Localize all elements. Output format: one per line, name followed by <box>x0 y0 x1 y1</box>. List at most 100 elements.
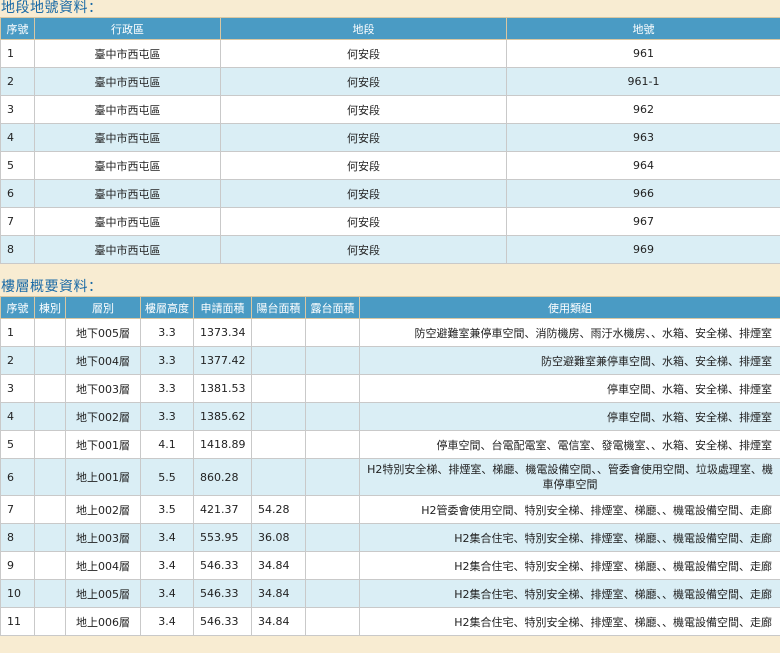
floor-cell-height: 5.5 <box>140 458 194 496</box>
lot-section-title: 地段地號資料： <box>1 0 103 16</box>
floor-cell-building <box>34 495 66 524</box>
lot-cell-index: 8 <box>0 235 35 264</box>
floor-cell-terrace <box>305 551 360 580</box>
floor-cell-index: 11 <box>0 607 35 636</box>
floor-cell-height: 3.3 <box>140 318 194 347</box>
floor-cell-floor: 地下004層 <box>65 346 141 375</box>
lot-cell-section: 何安段 <box>220 179 507 208</box>
lot-cell-lot-number: 962 <box>506 95 780 124</box>
floor-cell-balcony: 34.84 <box>251 579 306 608</box>
lot-cell-district: 臺中市西屯區 <box>34 39 221 68</box>
floor-table-row: 11 地上006層 3.4 546.33 34.84 H2集合住宅、特別安全梯、排煙室、梯… <box>0 607 780 636</box>
floor-cell-balcony <box>251 318 306 347</box>
lot-cell-index: 6 <box>0 179 35 208</box>
floor-cell-building <box>34 402 66 431</box>
lot-table: 序號 行政區 地段 地號 1 臺中市西屯區 何安段 961 2 臺中市西屯區 何安段 961-… <box>0 17 780 264</box>
lot-section: 地段地號資料： 序號 行政區 地段 地號 1 臺中市西屯區 何安段 961 2 臺中市西屯… <box>0 0 780 264</box>
floor-cell-building <box>34 523 66 552</box>
lot-cell-district: 臺中市西屯區 <box>34 123 221 152</box>
lot-cell-section: 何安段 <box>220 151 507 180</box>
floor-cell-terrace <box>305 458 360 496</box>
floor-table-row: 10 地上005層 3.4 546.33 34.84 H2集合住宅、特別安全梯、排煙室、梯… <box>0 579 780 608</box>
lot-cell-lot-number: 963 <box>506 123 780 152</box>
lot-cell-lot-number: 967 <box>506 207 780 236</box>
floor-cell-usage: 停車空間、水箱、安全梯、排煙室 <box>359 402 780 431</box>
floor-cell-height: 3.3 <box>140 346 194 375</box>
lot-cell-section: 何安段 <box>220 39 507 68</box>
floor-cell-area: 553.95 <box>193 523 252 552</box>
floor-cell-area: 1377.42 <box>193 346 252 375</box>
floor-cell-height: 3.4 <box>140 607 194 636</box>
floor-cell-balcony <box>251 346 306 375</box>
floor-cell-building <box>34 374 66 403</box>
floor-cell-building <box>34 346 66 375</box>
lot-table-row: 5 臺中市西屯區 何安段 964 <box>0 151 780 180</box>
lot-cell-lot-number: 966 <box>506 179 780 208</box>
floor-cell-area: 1385.62 <box>193 402 252 431</box>
lot-cell-index: 7 <box>0 207 35 236</box>
floor-cell-usage: H2集合住宅、特別安全梯、排煙室、梯廳、、機電設備空間、走廊 <box>359 523 780 552</box>
floor-cell-usage: H2集合住宅、特別安全梯、排煙室、梯廳、、機電設備空間、走廊 <box>359 551 780 580</box>
floor-cell-terrace <box>305 495 360 524</box>
lot-table-row: 7 臺中市西屯區 何安段 967 <box>0 207 780 236</box>
floor-cell-height: 3.5 <box>140 495 194 524</box>
lot-cell-index: 4 <box>0 123 35 152</box>
floor-table-row: 2 地下004層 3.3 1377.42 防空避難室兼停車空間、水箱、安全梯、排煙室 <box>0 346 780 375</box>
floor-header-balcony: 陽台面積 <box>251 296 306 319</box>
floor-section-title: 樓層概要資料： <box>1 279 103 295</box>
floor-cell-building <box>34 607 66 636</box>
floor-cell-balcony <box>251 430 306 459</box>
floor-cell-index: 9 <box>0 551 35 580</box>
floor-cell-floor: 地下003層 <box>65 374 141 403</box>
floor-cell-terrace <box>305 318 360 347</box>
lot-header-lot-number: 地號 <box>506 17 780 40</box>
floor-table-row: 4 地下002層 3.3 1385.62 停車空間、水箱、安全梯、排煙室 <box>0 402 780 431</box>
lot-cell-index: 2 <box>0 67 35 96</box>
floor-cell-area: 546.33 <box>193 551 252 580</box>
lot-cell-district: 臺中市西屯區 <box>34 207 221 236</box>
floor-header-building: 棟別 <box>34 296 66 319</box>
floor-cell-index: 4 <box>0 402 35 431</box>
floor-cell-area: 1373.34 <box>193 318 252 347</box>
lot-cell-lot-number: 964 <box>506 151 780 180</box>
floor-cell-building <box>34 318 66 347</box>
floor-cell-floor: 地下002層 <box>65 402 141 431</box>
floor-cell-index: 5 <box>0 430 35 459</box>
lot-header-section: 地段 <box>220 17 507 40</box>
floor-cell-balcony: 34.84 <box>251 551 306 580</box>
floor-cell-floor: 地上004層 <box>65 551 141 580</box>
floor-cell-floor: 地上006層 <box>65 607 141 636</box>
lot-cell-index: 5 <box>0 151 35 180</box>
lot-cell-district: 臺中市西屯區 <box>34 235 221 264</box>
lot-table-header-row: 序號 行政區 地段 地號 <box>0 17 780 40</box>
lot-table-row: 6 臺中市西屯區 何安段 966 <box>0 179 780 208</box>
floor-cell-index: 10 <box>0 579 35 608</box>
floor-cell-floor: 地下005層 <box>65 318 141 347</box>
floor-cell-terrace <box>305 523 360 552</box>
lot-header-index: 序號 <box>0 17 35 40</box>
floor-cell-balcony: 36.08 <box>251 523 306 552</box>
floor-cell-floor: 地上003層 <box>65 523 141 552</box>
floor-cell-height: 4.1 <box>140 430 194 459</box>
floor-header-area: 申請面積 <box>193 296 252 319</box>
lot-table-row: 2 臺中市西屯區 何安段 961-1 <box>0 67 780 96</box>
floor-cell-building <box>34 579 66 608</box>
lot-table-row: 3 臺中市西屯區 何安段 962 <box>0 95 780 124</box>
floor-header-terrace: 露台面積 <box>305 296 360 319</box>
floor-cell-terrace <box>305 430 360 459</box>
lot-cell-district: 臺中市西屯區 <box>34 179 221 208</box>
floor-cell-floor: 地上001層 <box>65 458 141 496</box>
floor-table-row: 3 地下003層 3.3 1381.53 停車空間、水箱、安全梯、排煙室 <box>0 374 780 403</box>
floor-header-usage: 使用類組 <box>359 296 780 319</box>
lot-cell-section: 何安段 <box>220 67 507 96</box>
floor-cell-area: 546.33 <box>193 579 252 608</box>
floor-table-row: 5 地下001層 4.1 1418.89 停車空間、台電配電室、電信室、發電機室、、水箱… <box>0 430 780 459</box>
floor-cell-area: 546.33 <box>193 607 252 636</box>
floor-cell-area: 1418.89 <box>193 430 252 459</box>
floor-cell-balcony: 34.84 <box>251 607 306 636</box>
floor-table-header-row: 序號 棟別 層別 樓層高度 申請面積 陽台面積 露台面積 使用類組 <box>0 296 780 319</box>
floor-cell-index: 7 <box>0 495 35 524</box>
floor-cell-usage: H2集合住宅、特別安全梯、排煙室、梯廳、、機電設備空間、走廊 <box>359 607 780 636</box>
floor-table-body: 1 地下005層 3.3 1373.34 防空避難室兼停車空間、消防機房、雨汙水機房、、… <box>0 318 780 636</box>
lot-table-row: 4 臺中市西屯區 何安段 963 <box>0 123 780 152</box>
